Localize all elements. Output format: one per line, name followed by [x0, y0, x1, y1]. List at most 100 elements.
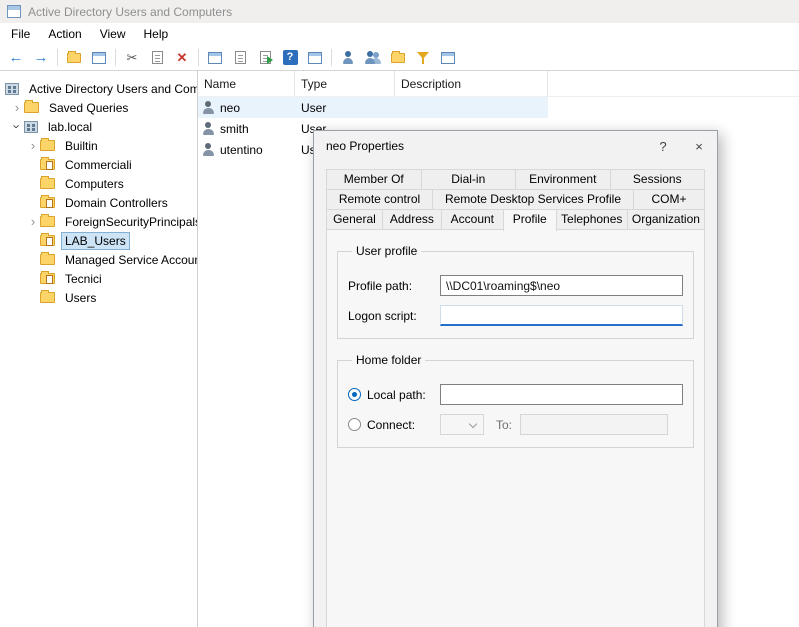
tab-remote-desktop-services-profile[interactable]: Remote Desktop Services Profile — [432, 189, 634, 210]
tree-item-builtin[interactable]: › Builtin — [0, 136, 197, 155]
help-button[interactable] — [278, 47, 302, 69]
new-group-button[interactable] — [361, 47, 385, 69]
column-header-description[interactable]: Description — [395, 71, 548, 96]
menu-help[interactable]: Help — [135, 24, 178, 44]
delete-button[interactable] — [170, 47, 194, 69]
tree-item-lab-users[interactable]: LAB_Users — [0, 231, 197, 250]
tree-item-commerciali[interactable]: Commerciali — [0, 155, 197, 174]
app-icon — [7, 5, 21, 18]
properties-button[interactable] — [203, 47, 227, 69]
folder-icon — [24, 102, 39, 113]
export-list-icon — [260, 51, 271, 64]
profile-tab-page: User profile Profile path: Logon script:… — [326, 229, 705, 627]
logon-script-input[interactable] — [440, 305, 683, 326]
cut-button[interactable] — [120, 47, 144, 69]
ou-folder-icon — [40, 273, 55, 284]
new-ou-button[interactable] — [386, 47, 410, 69]
cell-name: neo — [220, 101, 240, 115]
local-path-radio[interactable] — [348, 388, 361, 401]
tab-environment[interactable]: Environment — [515, 169, 611, 190]
tree-item-label: lab.local — [44, 118, 96, 136]
tree-item-label: Domain Controllers — [61, 194, 172, 212]
profile-path-input[interactable] — [440, 275, 683, 296]
forward-button[interactable]: → — [29, 47, 53, 69]
tab-account[interactable]: Account — [441, 209, 504, 230]
profile-path-label: Profile path: — [348, 279, 412, 293]
forward-icon: → — [34, 50, 49, 65]
filter-icon — [416, 51, 430, 65]
tab-sessions[interactable]: Sessions — [610, 169, 706, 190]
menu-file[interactable]: File — [2, 24, 39, 44]
tab-organization[interactable]: Organization — [627, 209, 705, 230]
tab-profile[interactable]: Profile — [503, 209, 557, 231]
tree-item-root[interactable]: Active Directory Users and Com — [0, 79, 197, 98]
folder-icon — [40, 254, 55, 265]
chevron-right-icon[interactable]: › — [26, 139, 40, 152]
refresh-button[interactable] — [228, 47, 252, 69]
dialog-help-button[interactable]: ? — [645, 131, 681, 161]
tree-item-saved-queries[interactable]: › Saved Queries — [0, 98, 197, 117]
column-header-type[interactable]: Type — [295, 71, 395, 96]
connect-label: Connect: — [367, 418, 415, 432]
home-folder-group: Home folder Local path: Connect: To: — [337, 353, 694, 448]
menu-action[interactable]: Action — [39, 24, 90, 44]
new-user-button[interactable] — [336, 47, 360, 69]
tree-item-tecnici[interactable]: Tecnici — [0, 269, 197, 288]
show-console-tree-button[interactable] — [87, 47, 111, 69]
properties-icon — [208, 52, 222, 64]
folder-icon — [40, 140, 55, 151]
user-profile-group: User profile Profile path: Logon script: — [337, 244, 694, 339]
ou-folder-icon — [40, 197, 55, 208]
tree-item-foreign-security-principals[interactable]: › ForeignSecurityPrincipals — [0, 212, 197, 231]
chevron-right-icon[interactable]: › — [26, 215, 40, 228]
tree-item-managed-service-accounts[interactable]: Managed Service Accoun — [0, 250, 197, 269]
tree-item-label: Saved Queries — [45, 99, 132, 117]
directory-icon — [5, 83, 19, 95]
up-one-level-icon — [67, 53, 81, 63]
cell-type: User — [295, 101, 395, 115]
tree-item-lab-local[interactable]: › lab.local — [0, 117, 197, 136]
toolbar-separator — [115, 49, 116, 66]
local-path-input[interactable] — [440, 384, 683, 405]
copy-button[interactable] — [145, 47, 169, 69]
toolbar-separator — [57, 49, 58, 66]
column-header-name[interactable]: Name — [198, 71, 295, 96]
tab-telephones[interactable]: Telephones — [556, 209, 628, 230]
menu-view[interactable]: View — [91, 24, 135, 44]
new-group-icon — [365, 51, 382, 65]
cell-name: utentino — [220, 143, 263, 157]
console-tree: Active Directory Users and Com › Saved Q… — [0, 71, 198, 627]
dialog-close-button[interactable]: × — [681, 131, 717, 161]
tree-item-users[interactable]: Users — [0, 288, 197, 307]
list-header: Name Type Description — [198, 71, 799, 97]
find-icon — [441, 52, 455, 64]
chevron-right-icon[interactable]: › — [10, 101, 24, 114]
connect-radio[interactable] — [348, 418, 361, 431]
view-list-button[interactable] — [303, 47, 327, 69]
tree-item-label: ForeignSecurityPrincipals — [61, 213, 197, 231]
filter-button[interactable] — [411, 47, 435, 69]
tab-member-of[interactable]: Member Of — [326, 169, 422, 190]
list-row-neo[interactable]: neo User — [198, 97, 548, 118]
new-ou-icon — [391, 53, 405, 63]
tab-remote-control[interactable]: Remote control — [326, 189, 433, 210]
find-button[interactable] — [436, 47, 460, 69]
refresh-icon — [235, 51, 246, 64]
menubar: File Action View Help — [0, 23, 799, 45]
tab-general[interactable]: General — [326, 209, 383, 230]
new-user-icon — [342, 51, 354, 65]
tab-row-1: Member Of Dial-in Environment Sessions — [326, 169, 705, 190]
back-button[interactable]: ← — [4, 47, 28, 69]
window-title: Active Directory Users and Computers — [28, 5, 232, 19]
tree-item-label: Computers — [61, 175, 128, 193]
up-one-level-button[interactable] — [62, 47, 86, 69]
tree-item-label: Tecnici — [61, 270, 106, 288]
tab-dial-in[interactable]: Dial-in — [421, 169, 517, 190]
tab-address[interactable]: Address — [382, 209, 442, 230]
tree-item-label: Builtin — [61, 137, 102, 155]
export-list-button[interactable] — [253, 47, 277, 69]
tree-item-computers[interactable]: Computers — [0, 174, 197, 193]
chevron-down-icon[interactable]: › — [11, 120, 24, 134]
tree-item-domain-controllers[interactable]: Domain Controllers — [0, 193, 197, 212]
tab-com-plus[interactable]: COM+ — [633, 189, 705, 210]
